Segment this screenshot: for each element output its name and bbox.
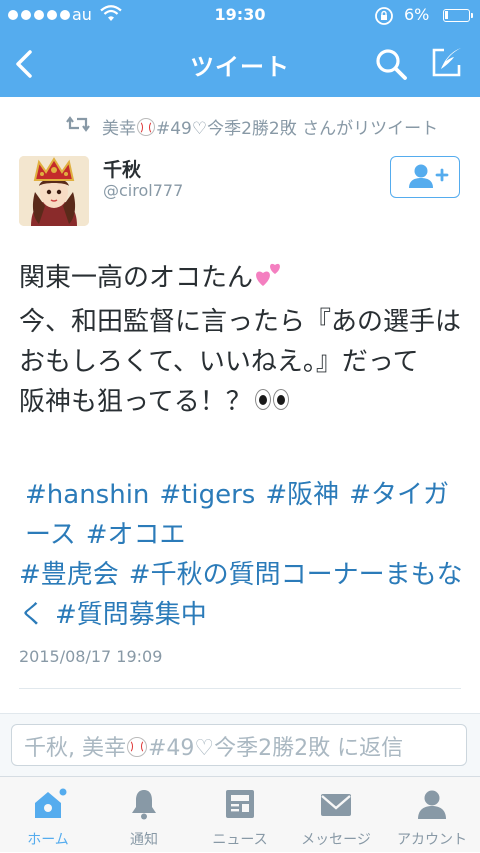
hashtags: #hanshin #tigers #阪神 #タイガース #オコエ #豊虎会 #千秋の質問コ… — [19, 475, 469, 635]
two-hearts-icon — [253, 260, 285, 302]
hashtag-link[interactable]: #tigers — [159, 480, 255, 510]
tab-label: ニュース — [212, 832, 268, 848]
header: au 19:30 6% ツイート — [0, 0, 480, 97]
author-handle[interactable]: @cirol777 — [103, 181, 183, 200]
tab-home[interactable]: ホーム — [0, 777, 96, 853]
tweet-timestamp: 2015/08/17 19:09 — [19, 647, 163, 666]
hashtag-link[interactable]: #阪神 — [265, 480, 339, 510]
tab-account[interactable]: アカウント — [384, 777, 480, 853]
eyes-icon — [254, 389, 289, 410]
retweet-icon — [66, 116, 90, 137]
home-icon — [31, 787, 67, 821]
tab-label: メッセージ — [301, 832, 371, 848]
news-icon — [223, 787, 257, 821]
tab-bar: ホーム 通知 ニュース メッセージ アカウント — [0, 776, 480, 852]
follow-button[interactable] — [390, 156, 460, 198]
hashtag-link[interactable]: #豊虎会 — [19, 560, 119, 590]
baseball-icon — [127, 737, 147, 757]
hashtag-link[interactable]: #hanshin — [25, 480, 149, 510]
hashtag-link[interactable]: #オコエ — [86, 520, 186, 550]
tweet-text: 関東一高のオコたん 今、和田監督に言ったら『あの選手はおもしろくて、いいねえ。』… — [19, 258, 469, 422]
envelope-icon — [319, 787, 353, 821]
tweet-line: 阪神も狙ってる！？ — [19, 382, 469, 422]
rotation-lock-icon — [374, 6, 394, 30]
status-bar: au 19:30 6% — [0, 0, 480, 32]
nav-bar: ツイート — [0, 32, 480, 97]
retweeter-suffix: #49♡今季2勝2敗 さんがリツイート — [156, 119, 439, 139]
avatar[interactable] — [19, 156, 89, 226]
tweet-line: 今、和田監督に言ったら『あの選手はおもしろくて、いいねえ。』だって — [19, 307, 462, 377]
tab-messages[interactable]: メッセージ — [288, 777, 384, 853]
tab-label: 通知 — [130, 832, 158, 848]
tab-notifications[interactable]: 通知 — [96, 777, 192, 853]
retweeted-by: 美幸 #49♡今季2勝2敗 さんがリツイート — [66, 114, 438, 139]
compose-icon[interactable] — [430, 45, 464, 79]
baseball-icon — [137, 117, 155, 136]
tab-news[interactable]: ニュース — [192, 777, 288, 853]
search-icon[interactable] — [374, 47, 408, 81]
page-title: ツイート — [190, 53, 290, 81]
divider — [19, 688, 461, 689]
reply-input[interactable]: 千秋, 美幸 #49♡今季2勝2敗 に返信 — [11, 724, 467, 766]
bell-icon — [127, 787, 161, 821]
person-icon — [415, 787, 449, 821]
reply-bar: 千秋, 美幸 #49♡今季2勝2敗 に返信 — [0, 713, 480, 776]
battery-icon — [443, 9, 473, 22]
tab-label: ホーム — [27, 832, 69, 848]
battery-percent: 6% — [404, 5, 430, 24]
retweeter-name[interactable]: 美幸 — [102, 114, 136, 139]
hashtag-link[interactable]: #質問募集中 — [55, 600, 207, 630]
tweet-line: 関東一高のオコたん — [19, 258, 469, 302]
author-name[interactable]: 千秋 — [103, 155, 141, 182]
tab-label: アカウント — [397, 832, 467, 848]
add-user-icon — [409, 164, 449, 188]
